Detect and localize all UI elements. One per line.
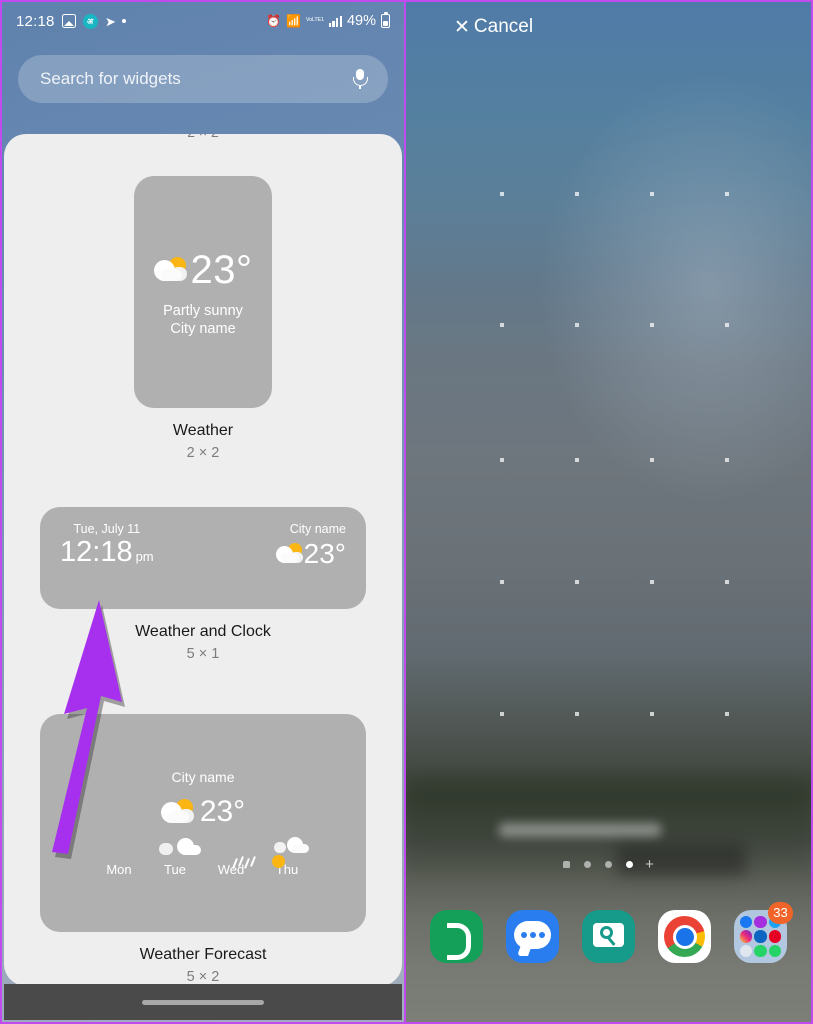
cancel-label: Cancel [473, 16, 534, 37]
page-dot[interactable] [584, 861, 592, 868]
cancel-button[interactable]: ✕ Cancel [454, 16, 533, 38]
close-icon: ✕ [454, 16, 470, 38]
forecast-current-row: 23° [160, 795, 246, 829]
weather-clock-city: City name [289, 522, 346, 536]
page-dot[interactable] [605, 861, 613, 868]
weather-city: City name [170, 320, 236, 337]
weather-clock-right: City name 23° [275, 522, 346, 570]
weather-clock-temperature: 23° [303, 538, 346, 569]
page-indicator[interactable]: + [406, 857, 811, 872]
folder-icon[interactable]: 33 [734, 902, 793, 963]
widget-search-bar[interactable] [18, 55, 388, 103]
right-phone-home-screen: ✕ Cancel NotiStar Tue, July 11 12:19pm C… [406, 0, 813, 1024]
mini-pinterest-icon [768, 930, 782, 943]
battery-percent-label: 49% [346, 13, 376, 29]
page-dot-home[interactable] [563, 861, 571, 868]
finder-search-icon[interactable] [582, 910, 635, 963]
widget-item-weather-and-clock[interactable]: Tue, July 11 12:18 pm City name 23° Weat… [4, 507, 402, 662]
widget-name: Weather and Clock [135, 623, 271, 640]
widget-name: Weather [172, 422, 234, 439]
add-page-button[interactable]: + [645, 857, 654, 872]
widget-list-sheet[interactable]: 2 × 2 23° Partly sunny City name Weath [4, 134, 402, 986]
mini-messenger-icon [754, 916, 767, 929]
chrome-icon[interactable] [658, 910, 711, 963]
mini-instagram-icon [740, 930, 753, 943]
widget-size: 5 × 1 [186, 646, 220, 662]
widget-item-weather[interactable]: 23° Partly sunny City name Weather 2 × 2 [4, 176, 402, 461]
weather-clock-time: 12:18 pm [60, 536, 154, 569]
folder-badge-count: 33 [768, 902, 793, 924]
mini-whatsapp-business-icon [768, 944, 782, 958]
mini-facebook-icon [740, 916, 753, 929]
hindi-keyboard-icon: अ [82, 13, 98, 29]
weather-temp-row: 23° [153, 247, 253, 293]
status-bar: 12:18 अ ➤ ⏰ 📶 VoLTE1 49% [2, 2, 404, 40]
widget-item-weather-forecast[interactable]: City name 23° Mon Tue Wed Thu Weather Fo… [4, 714, 402, 985]
partly-sunny-icon [160, 799, 195, 825]
widget-name: Weather Forecast [139, 946, 267, 963]
forecast-city: City name [171, 769, 235, 785]
photo-icon [61, 14, 76, 28]
forecast-temperature: 23° [199, 795, 246, 828]
phone-icon[interactable] [430, 910, 483, 963]
forecast-day-label: Tue [164, 862, 186, 877]
navigation-bar [4, 984, 402, 1020]
forecast-day: Mon [100, 855, 138, 877]
weather-clock-meridiem: pm [135, 549, 154, 564]
cut-off-size-label: 2 × 2 [4, 134, 402, 140]
forecast-days-row: Mon Tue Wed Thu [100, 837, 309, 877]
status-bar-right: ⏰ 📶 VoLTE1 49% [266, 12, 390, 29]
signal-bars-icon [328, 15, 342, 27]
status-bar-clock: 12:18 [16, 12, 55, 30]
widget-size: 5 × 2 [186, 969, 220, 985]
weather-temperature: 23° [190, 247, 253, 292]
weather-clock-time-value: 12:18 [60, 536, 133, 568]
dot-icon [122, 19, 127, 23]
status-bar-left: 12:18 अ ➤ [16, 12, 127, 30]
widget-size: 2 × 2 [186, 445, 220, 461]
mini-whatsapp-icon [754, 944, 767, 958]
page-dot-active[interactable] [626, 861, 634, 868]
wifi-icon: 📶 [285, 14, 301, 28]
forecast-day: Wed [212, 855, 257, 877]
dock: 33 [406, 902, 811, 963]
alarm-icon: ⏰ [266, 14, 281, 28]
weather-clock-left: Tue, July 11 12:18 pm [60, 522, 154, 569]
left-phone-widget-picker: 12:18 अ ➤ ⏰ 📶 VoLTE1 49% 2 × 2 [0, 0, 406, 1024]
search-input[interactable] [40, 69, 318, 89]
home-indicator[interactable] [142, 999, 264, 1005]
weather-clock-temp-row: 23° [275, 538, 346, 570]
forecast-day: Tue [156, 838, 201, 877]
partly-sunny-icon [153, 257, 188, 283]
partly-sunny-icon [275, 543, 304, 565]
weather-widget-preview[interactable]: 23° Partly sunny City name [134, 176, 272, 408]
dual-screenshot: 12:18 अ ➤ ⏰ 📶 VoLTE1 49% 2 × 2 [0, 0, 813, 1024]
messages-icon[interactable] [506, 910, 559, 963]
weather-forecast-widget-preview[interactable]: City name 23° Mon Tue Wed Thu [40, 714, 366, 932]
forecast-day-label: Mon [106, 862, 132, 877]
volte-icon: VoLTE1 [305, 17, 324, 24]
microphone-icon[interactable] [353, 69, 368, 89]
weather-clock-date: Tue, July 11 [73, 522, 141, 536]
mini-linkedin-icon [754, 930, 767, 943]
weather-condition: Partly sunny [163, 302, 243, 319]
telegram-icon: ➤ [104, 13, 116, 29]
battery-icon [381, 12, 390, 28]
weather-clock-widget-preview[interactable]: Tue, July 11 12:18 pm City name 23° [40, 507, 366, 609]
forecast-day: Thu [268, 837, 309, 877]
mini-app-icon [740, 944, 753, 958]
